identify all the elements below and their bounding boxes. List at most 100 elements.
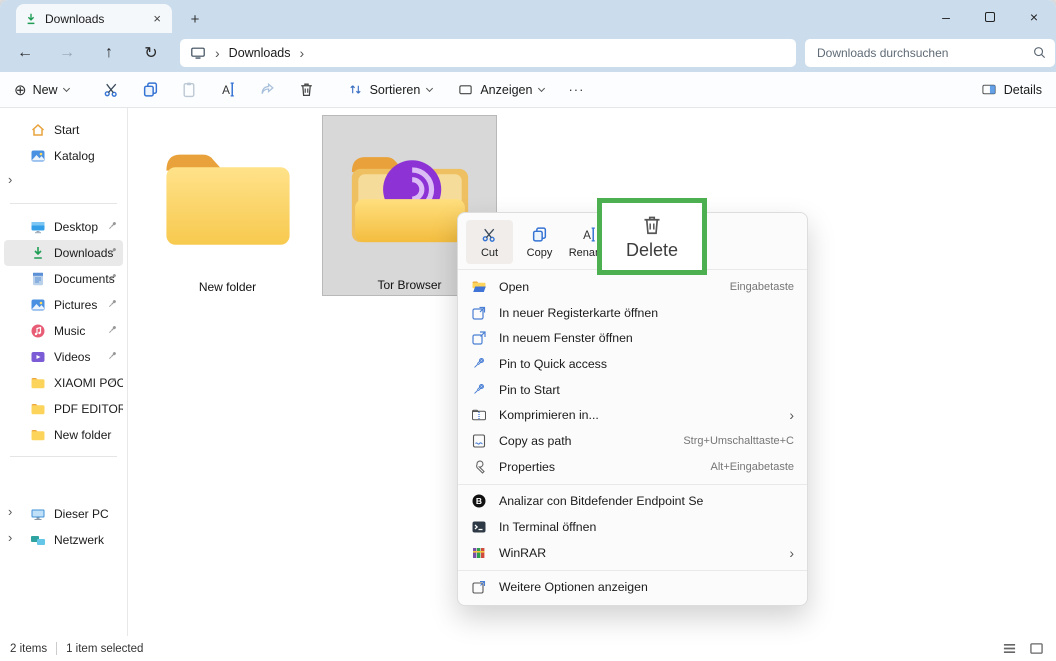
share-button[interactable] (253, 77, 283, 103)
menu-item-copy-as-path[interactable]: Copy as path Strg+Umschalttaste+C (458, 428, 807, 454)
sidebar-item-videos[interactable]: Videos (4, 344, 123, 370)
menu-item-open[interactable]: Open Eingabetaste (458, 274, 807, 300)
search-icon (1032, 45, 1047, 63)
selected-count: 1 item selected (66, 642, 144, 655)
forward-button[interactable]: → (50, 38, 84, 68)
submenu-arrow-icon: › (789, 407, 794, 424)
open-new-window-icon (471, 330, 487, 346)
up-button[interactable]: ↑ (92, 38, 126, 68)
sidebar-item-netzwerk[interactable]: › Netzwerk (4, 527, 123, 553)
navigation-pane: Start Katalog › Desktop Downloads Docume… (0, 108, 128, 636)
close-button[interactable]: × (1012, 0, 1056, 33)
sidebar-item-downloads[interactable]: Downloads (4, 240, 123, 266)
paste-button[interactable] (175, 77, 205, 103)
chevron-down-icon (426, 84, 434, 92)
sidebar-item-xiaomi-poco[interactable]: XIAOMI POCO F (4, 370, 123, 396)
back-button[interactable]: ← (8, 38, 42, 68)
file-explorer-window: Downloads × + – × ← → ↑ ↻ › Downloads › (0, 0, 1056, 661)
more-commands-button[interactable]: ··· (568, 82, 584, 97)
downloads-icon (30, 245, 46, 261)
minimize-button[interactable]: – (924, 0, 968, 33)
plus-circle-icon: ⊕ (14, 81, 27, 99)
sidebar-item-dieser-pc[interactable]: › Dieser PC (4, 501, 123, 527)
new-tab-button[interactable]: + (184, 8, 206, 30)
copy-button[interactable] (136, 77, 166, 103)
menu-item-compress[interactable]: Komprimieren in... › (458, 402, 807, 428)
delete-label: Delete (625, 239, 679, 260)
music-icon (30, 323, 46, 339)
menu-item-properties[interactable]: Properties Alt+Eingabetaste (458, 454, 807, 480)
navigation-bar: ← → ↑ ↻ › Downloads › (0, 33, 1056, 72)
pin-icon (106, 246, 118, 261)
sidebar-item-documents[interactable]: Documents (4, 266, 123, 292)
view-label: Anzeigen (480, 82, 533, 97)
maximize-button[interactable] (968, 0, 1012, 33)
pin-icon (106, 272, 118, 287)
maximize-icon (985, 11, 995, 22)
details-pane-button[interactable]: Details (981, 82, 1042, 97)
search-box[interactable] (805, 38, 1055, 67)
chevron-down-icon (62, 84, 70, 92)
large-icons-view-icon[interactable] (1029, 642, 1044, 655)
menu-item-open-new-window[interactable]: In neuem Fenster öffnen (458, 325, 807, 351)
sidebar-item-music[interactable]: Music (4, 318, 123, 344)
copy-menu-button[interactable]: Copy (516, 220, 563, 264)
menu-item-show-more-options[interactable]: Weitere Optionen anzeigen (458, 575, 807, 601)
delete-highlight-annotation[interactable]: Delete (597, 198, 707, 275)
svg-text:A: A (583, 228, 591, 241)
status-divider (56, 642, 58, 655)
menu-item-pin-start[interactable]: Pin to Start (458, 377, 807, 403)
file-tile-new-folder[interactable]: New folder (150, 122, 305, 294)
cut-button[interactable] (97, 77, 127, 103)
details-label: Details (1003, 82, 1042, 97)
wrench-icon (471, 459, 487, 475)
sidebar-item-desktop[interactable]: Desktop (4, 214, 123, 240)
sidebar-divider (10, 203, 117, 204)
details-pane-icon (981, 82, 997, 97)
sidebar-item-katalog[interactable]: Katalog (4, 143, 123, 169)
documents-icon (30, 271, 46, 287)
list-view-icon[interactable] (1002, 642, 1017, 655)
gallery-icon (30, 148, 46, 164)
menu-item-open-terminal[interactable]: In Terminal öffnen (458, 514, 807, 540)
pin-icon (106, 324, 118, 339)
refresh-button[interactable]: ↻ (134, 38, 168, 68)
tab-close-icon[interactable]: × (150, 11, 164, 26)
breadcrumb-downloads[interactable]: Downloads (229, 46, 291, 60)
menu-item-bitdefender-scan[interactable]: B Analizar con Bitdefender Endpoint Se (458, 489, 807, 515)
tab-downloads[interactable]: Downloads × (16, 4, 172, 33)
cut-label: Cut (480, 246, 499, 259)
cut-menu-button[interactable]: Cut (466, 220, 513, 264)
menu-item-winrar[interactable]: WinRAR › (458, 540, 807, 566)
menu-item-pin-quick-access[interactable]: Pin to Quick access (458, 351, 807, 377)
status-bar: 2 items 1 item selected (0, 636, 1056, 661)
sort-button[interactable]: Sortieren (348, 82, 434, 97)
chevron-right-icon: › (8, 172, 13, 187)
sidebar-item-new-folder[interactable]: New folder (4, 422, 123, 448)
address-bar[interactable]: › Downloads › (180, 38, 796, 67)
sidebar-expander[interactable]: › (4, 169, 123, 195)
pin-icon (106, 376, 118, 391)
rename-button[interactable]: A (214, 77, 244, 103)
chevron-right-icon[interactable]: › (8, 530, 12, 545)
sidebar-item-pdf-editor[interactable]: PDF EDITOR (4, 396, 123, 422)
sidebar-item-start[interactable]: Start (4, 117, 123, 143)
search-input[interactable] (805, 38, 1055, 67)
network-icon (30, 532, 46, 548)
new-button[interactable]: ⊕ New (14, 81, 70, 99)
folder-icon (30, 375, 46, 391)
copy-icon (531, 226, 548, 243)
folder-icon (30, 427, 46, 443)
sort-arrows-icon (348, 82, 363, 97)
new-label: New (32, 82, 58, 97)
view-button[interactable]: Anzeigen (458, 82, 546, 97)
breadcrumb-separator: › (215, 44, 220, 61)
pin-icon (106, 298, 118, 313)
sidebar-item-pictures[interactable]: Pictures (4, 292, 123, 318)
menu-item-open-new-tab[interactable]: In neuer Registerkarte öffnen (458, 300, 807, 326)
delete-button[interactable] (292, 77, 322, 103)
shortcut-text: Eingabetaste (729, 280, 794, 293)
chevron-right-icon[interactable]: › (8, 504, 12, 519)
submenu-arrow-icon: › (789, 544, 794, 561)
folder-icon (150, 122, 305, 274)
